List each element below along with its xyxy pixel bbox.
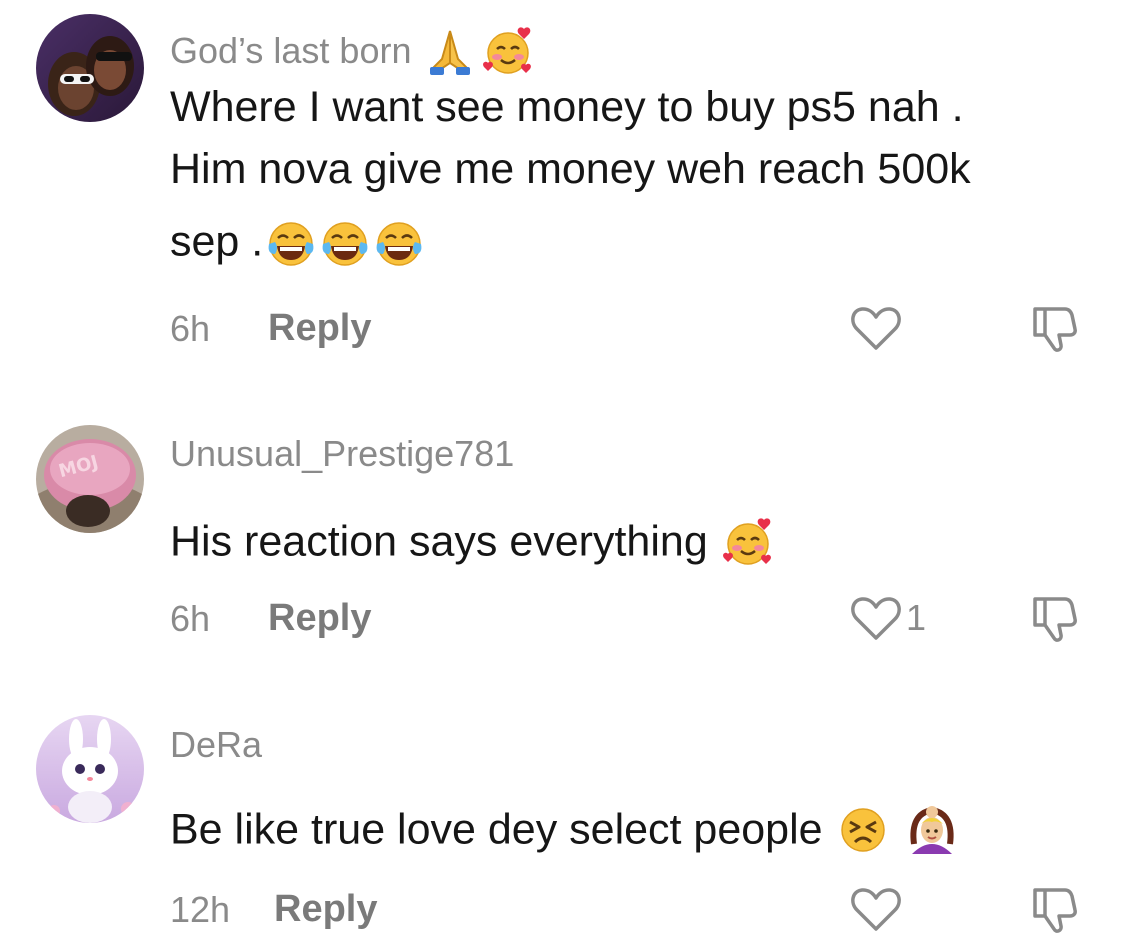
comment-text: Be like true love dey select people — [170, 798, 1070, 858]
comment-line: Be like true love dey select people — [170, 804, 962, 860]
username-text: God’s last born — [170, 30, 412, 71]
comment-line: His reaction says everything — [170, 516, 778, 572]
folded-hands-emoji — [424, 25, 470, 75]
comment-line-text: His reaction says everything — [170, 517, 708, 566]
reply-button[interactable]: Reply — [274, 890, 377, 928]
reply-button[interactable]: Reply — [268, 599, 371, 637]
avatar[interactable]: MOJ — [36, 425, 144, 533]
thumbs-down-outline-icon — [1033, 888, 1077, 933]
dislike-button[interactable] — [1027, 303, 1079, 355]
comment-item: God’s last born Where I want see money t… — [0, 0, 1125, 380]
comment-line-text: sep . — [170, 217, 264, 266]
persevering-face-emoji — [837, 804, 893, 860]
like-button[interactable] — [850, 304, 906, 352]
comment-text: Where I want see money to buy ps5 nah . … — [170, 86, 1070, 286]
heart-outline-icon — [851, 597, 901, 640]
username[interactable]: DeRa — [170, 727, 262, 763]
like-count: 1 — [906, 597, 927, 638]
dislike-button[interactable] — [1027, 593, 1079, 645]
tears-of-joy-emoji — [319, 218, 371, 270]
heart-outline-icon — [851, 888, 901, 931]
thumbs-down-outline-icon — [1033, 307, 1077, 352]
person-gesturing-ok-emoji — [906, 804, 962, 860]
heart-outline-icon — [851, 307, 901, 350]
comment-time: 12h — [170, 889, 231, 930]
avatar[interactable] — [36, 14, 144, 122]
comment-item: DeRa Be like true love dey select people — [0, 680, 1125, 933]
smiling-face-with-hearts-emoji — [482, 25, 531, 74]
like-button[interactable] — [850, 885, 906, 933]
comment-line: Him nova give me money weh reach 500k — [170, 145, 971, 193]
username[interactable]: Unusual_Prestige781 — [170, 436, 514, 472]
dislike-button[interactable] — [1027, 884, 1079, 936]
comment-line-text: Be like true love dey select people — [170, 805, 823, 854]
comment-time: 6h — [170, 308, 211, 349]
comment-time: 6h — [170, 598, 211, 639]
reply-button[interactable]: Reply — [268, 309, 371, 347]
like-button[interactable]: 1 — [850, 594, 926, 642]
comment-text: His reaction says everything — [170, 510, 1070, 570]
comment-item: MOJ Unusual_Prestige781 His reaction say… — [0, 380, 1125, 680]
comment-line: Where I want see money to buy ps5 nah . — [170, 83, 964, 131]
comment-line: sep . — [170, 218, 425, 270]
username[interactable]: God’s last born — [170, 25, 531, 75]
smiling-face-with-hearts-emoji — [722, 516, 778, 572]
tears-of-joy-emoji — [373, 218, 425, 270]
thumbs-down-outline-icon — [1033, 597, 1077, 642]
tears-of-joy-emoji — [265, 218, 317, 270]
avatar[interactable] — [36, 715, 144, 823]
